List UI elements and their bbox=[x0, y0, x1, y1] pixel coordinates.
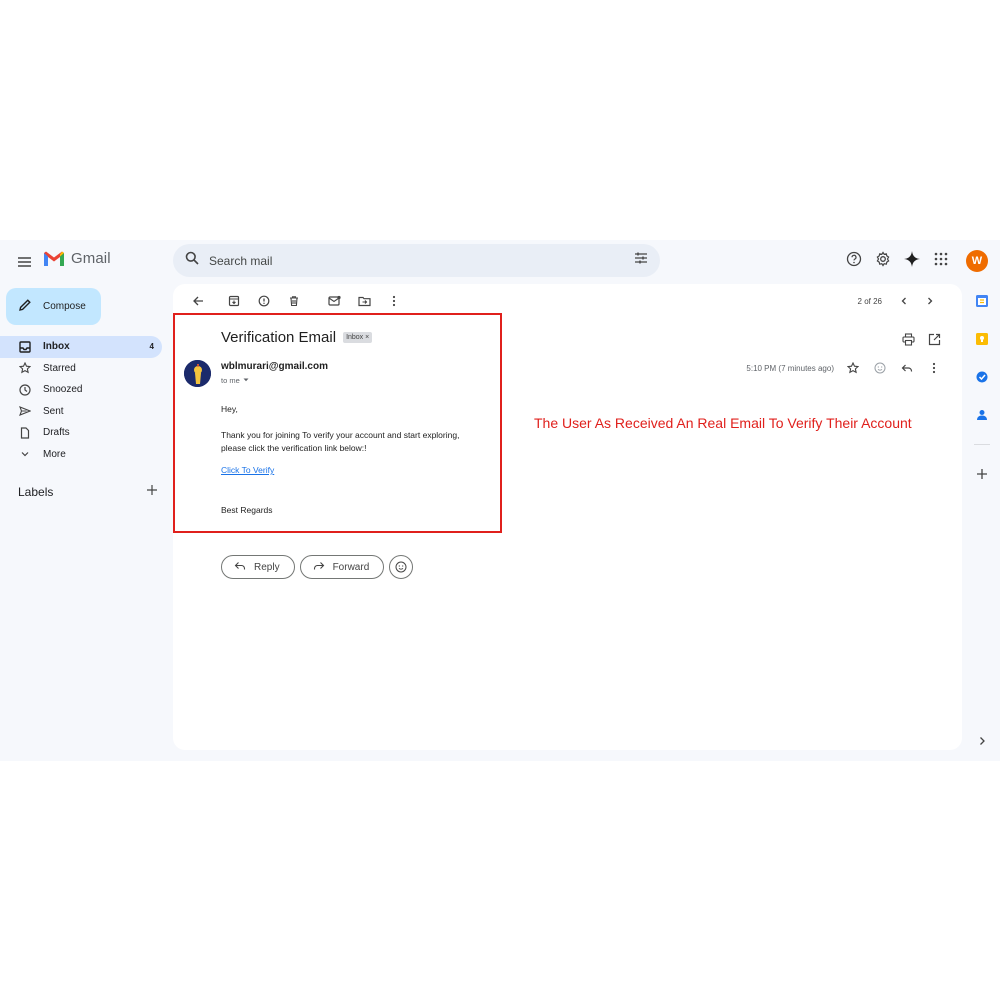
labels-title: Labels bbox=[18, 484, 54, 499]
sidebar-item-label: Snoozed bbox=[43, 384, 83, 396]
labels-header: Labels bbox=[18, 484, 158, 499]
unread-count: 4 bbox=[149, 342, 154, 352]
gmail-app: Gmail W Compose Inbox bbox=[0, 240, 1000, 761]
main-menu-icon[interactable] bbox=[14, 251, 36, 273]
emoji-react-button[interactable] bbox=[389, 555, 414, 579]
reply-actions: Reply Forward bbox=[221, 555, 414, 579]
sidebar-item-label: More bbox=[43, 448, 66, 460]
pagination-text: 2 of 26 bbox=[857, 296, 882, 306]
reply-label: Reply bbox=[254, 561, 280, 573]
star-icon bbox=[18, 362, 32, 374]
sidebar-item-label: Sent bbox=[43, 405, 64, 417]
sidebar-item-sent[interactable]: Sent bbox=[0, 401, 162, 423]
app-name: Gmail bbox=[71, 250, 111, 267]
inbox-label-chip[interactable]: Inbox × bbox=[343, 332, 373, 343]
archive-icon[interactable] bbox=[219, 291, 249, 311]
email-subject-row: Verification Email Inbox × bbox=[221, 329, 373, 346]
gmail-m-icon bbox=[44, 251, 64, 266]
help-icon[interactable] bbox=[845, 250, 863, 268]
expand-side-panel-icon[interactable] bbox=[975, 734, 989, 748]
side-panel-divider bbox=[974, 444, 990, 445]
add-label-icon[interactable] bbox=[146, 484, 158, 499]
tasks-icon[interactable] bbox=[973, 368, 991, 386]
gmail-logo[interactable]: Gmail bbox=[43, 250, 111, 267]
search-icon[interactable] bbox=[185, 251, 199, 270]
older-chevron-right-icon[interactable] bbox=[920, 291, 940, 311]
draft-icon bbox=[18, 427, 32, 439]
search-bar[interactable] bbox=[173, 244, 660, 277]
add-addon-icon[interactable] bbox=[973, 465, 991, 483]
annotation-highlight-box bbox=[173, 313, 502, 533]
sender-avatar[interactable] bbox=[184, 360, 211, 387]
account-avatar[interactable]: W bbox=[966, 250, 988, 272]
apps-grid-icon[interactable] bbox=[932, 250, 950, 268]
message-time: 5:10 PM (7 minutes ago) bbox=[746, 363, 834, 373]
recipient-text: to me bbox=[221, 376, 240, 385]
forward-button[interactable]: Forward bbox=[299, 555, 385, 579]
sidebar-item-label: Starred bbox=[43, 362, 76, 374]
sidebar-item-label: Inbox bbox=[43, 341, 70, 353]
message-meta: 5:10 PM (7 minutes ago) bbox=[746, 360, 942, 376]
send-icon bbox=[18, 405, 32, 417]
print-icon[interactable] bbox=[900, 331, 916, 347]
reply-arrow-icon[interactable] bbox=[899, 360, 915, 376]
calendar-icon[interactable] bbox=[973, 292, 991, 310]
message-toolbar bbox=[183, 291, 409, 311]
forward-label: Forward bbox=[332, 561, 370, 573]
contacts-icon[interactable] bbox=[973, 406, 991, 424]
move-to-folder-icon[interactable] bbox=[349, 291, 379, 311]
sender-email: wblmurari@gmail.com bbox=[221, 361, 328, 372]
newer-chevron-left-icon[interactable] bbox=[894, 291, 914, 311]
clock-icon bbox=[18, 384, 32, 396]
chevron-down-icon bbox=[18, 448, 32, 460]
side-panel bbox=[972, 292, 992, 483]
settings-gear-icon[interactable] bbox=[874, 250, 892, 268]
star-icon[interactable] bbox=[845, 360, 861, 376]
gemini-sparkle-icon[interactable] bbox=[903, 250, 921, 268]
report-spam-icon[interactable] bbox=[249, 291, 279, 311]
mark-unread-icon[interactable] bbox=[319, 291, 349, 311]
email-greeting: Hey, bbox=[221, 404, 238, 414]
emoji-reaction-icon[interactable] bbox=[872, 360, 888, 376]
sidebar-item-drafts[interactable]: Drafts bbox=[0, 422, 162, 444]
verify-link[interactable]: Click To Verify bbox=[221, 465, 274, 475]
emoji-icon bbox=[395, 561, 407, 573]
sidebar-nav: Inbox 4 Starred Snoozed Sent Drafts More bbox=[0, 336, 162, 465]
sidebar-item-starred[interactable]: Starred bbox=[0, 358, 162, 380]
open-new-window-icon[interactable] bbox=[926, 331, 942, 347]
back-arrow-icon[interactable] bbox=[183, 291, 213, 311]
recipient-details[interactable]: to me bbox=[221, 376, 250, 385]
sidebar-item-more[interactable]: More bbox=[0, 444, 162, 466]
forward-arrow-icon bbox=[313, 561, 325, 574]
email-body-line-1: Thank you for joining To verify your acc… bbox=[221, 430, 460, 440]
message-panel: 2 of 26 Verification Email Inbox × wblmu… bbox=[173, 284, 962, 750]
message-more-icon[interactable] bbox=[926, 360, 942, 376]
sidebar-item-label: Drafts bbox=[43, 427, 70, 439]
compose-label: Compose bbox=[43, 301, 86, 312]
sidebar-item-inbox[interactable]: Inbox 4 bbox=[0, 336, 162, 358]
caret-down-icon[interactable] bbox=[242, 376, 250, 385]
pagination: 2 of 26 bbox=[858, 291, 940, 311]
pencil-icon bbox=[18, 298, 32, 315]
keep-icon[interactable] bbox=[973, 330, 991, 348]
reply-arrow-icon bbox=[234, 561, 246, 574]
annotation-text: The User As Received An Real Email To Ve… bbox=[534, 415, 912, 431]
delete-trash-icon[interactable] bbox=[279, 291, 309, 311]
reply-button[interactable]: Reply bbox=[221, 555, 295, 579]
email-signoff: Best Regards bbox=[221, 505, 273, 515]
search-options-icon[interactable] bbox=[634, 251, 648, 270]
email-body-line-2: please click the verification link below… bbox=[221, 442, 367, 453]
email-subject: Verification Email bbox=[221, 329, 337, 346]
compose-button[interactable]: Compose bbox=[6, 288, 101, 325]
more-options-icon[interactable] bbox=[379, 291, 409, 311]
inbox-icon bbox=[18, 341, 32, 353]
search-input[interactable] bbox=[209, 253, 634, 268]
sidebar-item-snoozed[interactable]: Snoozed bbox=[0, 379, 162, 401]
